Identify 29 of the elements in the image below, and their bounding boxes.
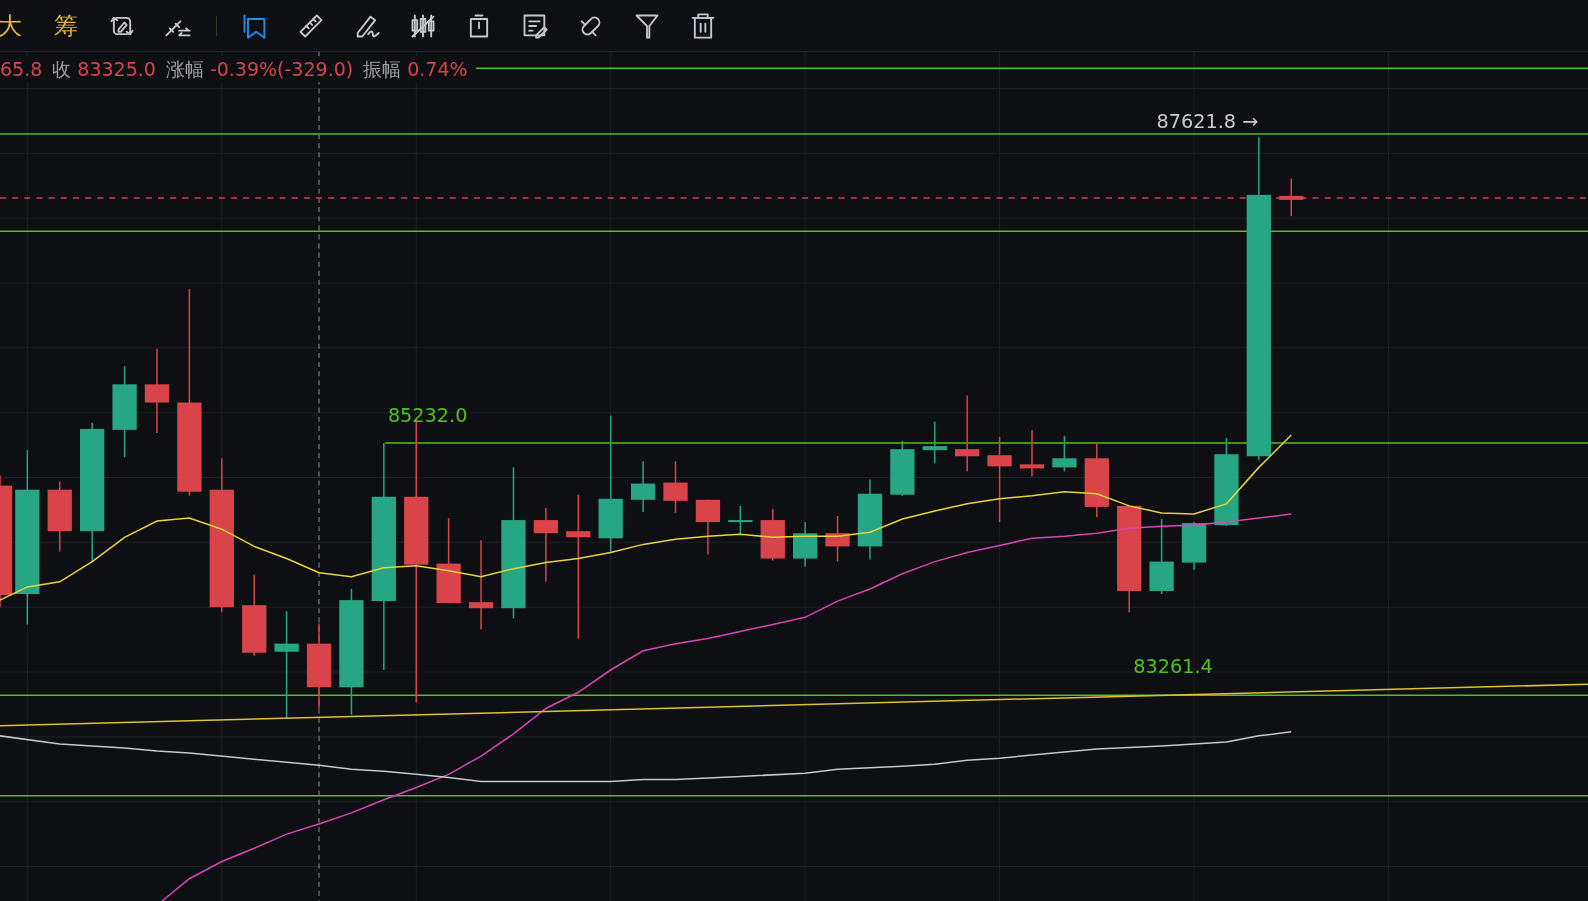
field-value: 65.8 <box>0 57 43 82</box>
field-label: 收 <box>52 57 72 82</box>
trend-line[interactable] <box>0 683 1588 727</box>
price-label: 83261.4 <box>1133 655 1213 679</box>
price-label: 85232.0 <box>387 403 468 427</box>
candlestick <box>922 421 947 465</box>
candlestick <box>630 460 656 513</box>
candlestick <box>825 515 850 563</box>
candlestick <box>1052 435 1077 473</box>
candlestick <box>695 499 721 556</box>
candlestick <box>1019 429 1045 478</box>
price-level-line[interactable] <box>0 230 1588 233</box>
price-label: 87621.8 → <box>1156 110 1259 133</box>
trash-icon <box>689 11 717 40</box>
toolbar-button[interactable]: 筹 <box>48 9 84 42</box>
candlestick <box>728 505 753 535</box>
field-value: -0.39%(-329.0) <box>209 57 354 82</box>
field-label: 涨幅 <box>165 57 204 82</box>
field-label: 振幅 <box>363 57 402 82</box>
candlestick <box>1181 521 1207 571</box>
price-level-line[interactable] <box>0 694 1588 697</box>
candlestick <box>890 440 915 497</box>
field-value: 83325.0 <box>77 57 156 82</box>
candlestick <box>793 521 818 568</box>
field-value: 0.74% <box>407 57 468 82</box>
candlestick <box>760 508 785 562</box>
price-level-line[interactable] <box>0 794 1588 797</box>
candlestick <box>663 460 688 514</box>
candlestick <box>1279 177 1304 217</box>
